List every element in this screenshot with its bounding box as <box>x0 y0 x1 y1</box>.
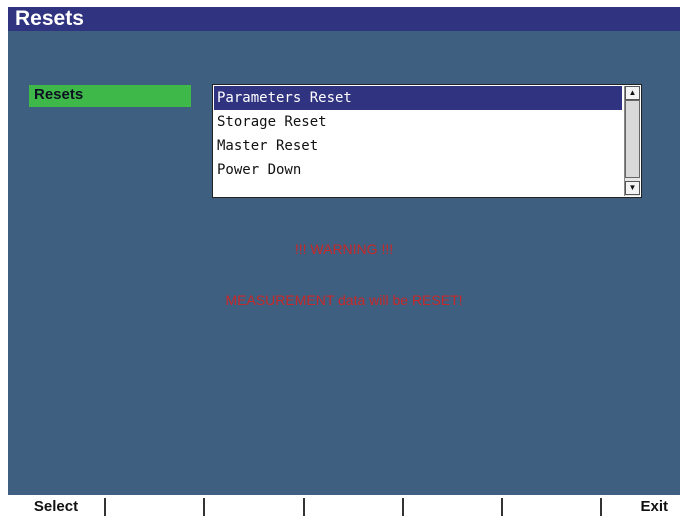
resets-screen: Resets Resets Parameters Reset Storage R… <box>8 7 680 495</box>
section-label-resets: Resets <box>29 85 191 107</box>
scroll-thumb[interactable] <box>625 100 640 178</box>
softkey-4[interactable] <box>305 498 404 516</box>
list-item-power-down[interactable]: Power Down <box>214 158 622 182</box>
warning-title: !!! WARNING !!! <box>294 241 394 257</box>
list-item-master-reset[interactable]: Master Reset <box>214 134 622 158</box>
scroll-up-icon[interactable]: ▲ <box>625 86 640 100</box>
list-scrollbar[interactable]: ▲ ▼ <box>624 86 640 196</box>
softkey-exit[interactable]: Exit <box>602 498 680 516</box>
window-title: Resets <box>8 7 680 31</box>
scroll-down-icon[interactable]: ▼ <box>625 181 640 195</box>
list-item-storage-reset[interactable]: Storage Reset <box>214 110 622 134</box>
reset-options-listbox[interactable]: Parameters Reset Storage Reset Master Re… <box>212 84 642 198</box>
list-item-parameters-reset[interactable]: Parameters Reset <box>214 86 622 110</box>
softkey-2[interactable] <box>106 498 205 516</box>
softkey-bar: Select Exit <box>0 498 685 516</box>
warning-message: MEASUREMENT data will be RESET! <box>225 292 463 308</box>
softkey-3[interactable] <box>205 498 305 516</box>
softkey-5[interactable] <box>404 498 503 516</box>
softkey-select[interactable]: Select <box>8 498 106 516</box>
softkey-6[interactable] <box>503 498 602 516</box>
